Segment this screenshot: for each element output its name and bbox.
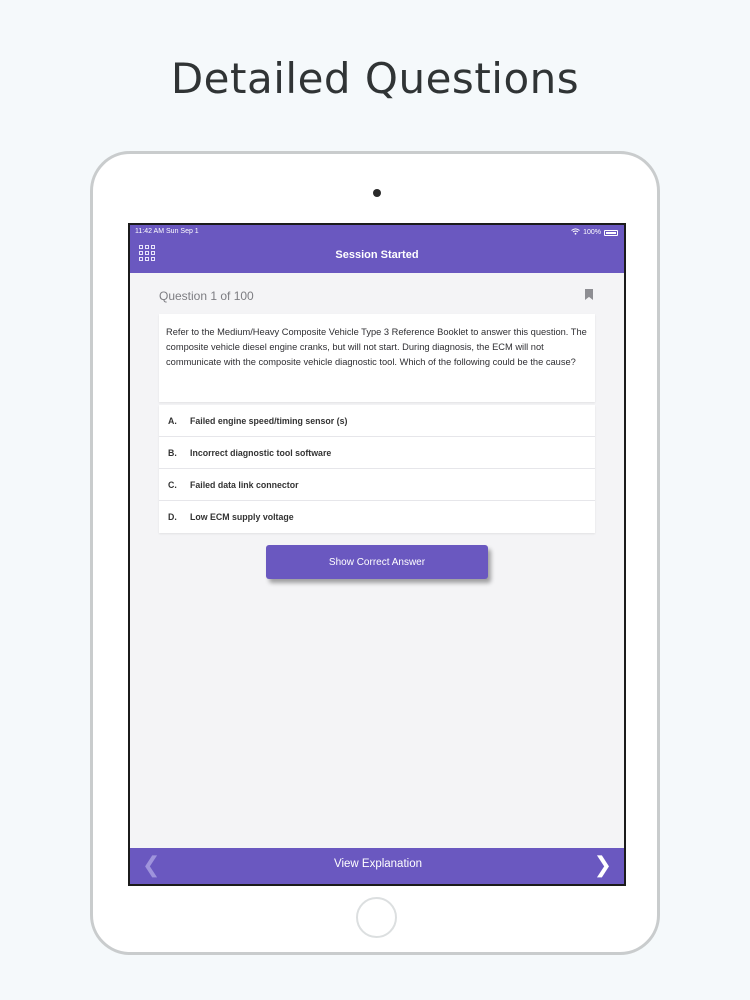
battery-icon xyxy=(604,229,618,236)
battery-percent: 100% xyxy=(583,229,601,236)
option-text: Failed engine speed/timing sensor (s) xyxy=(190,416,348,426)
page-headline: Detailed Questions xyxy=(170,54,580,103)
status-indicators: 100% xyxy=(571,228,618,237)
nav-title: Session Started xyxy=(335,249,419,261)
option-letter: A. xyxy=(168,416,177,426)
option-text: Low ECM supply voltage xyxy=(190,512,294,522)
show-correct-answer-button[interactable]: Show Correct Answer xyxy=(266,545,488,579)
wifi-icon xyxy=(571,228,580,237)
answer-options: A. Failed engine speed/timing sensor (s)… xyxy=(159,405,595,533)
option-letter: B. xyxy=(168,448,177,458)
chevron-left-icon[interactable]: ❮ xyxy=(142,853,160,878)
camera-icon xyxy=(373,189,381,197)
answer-option-c[interactable]: C. Failed data link connector xyxy=(159,469,595,501)
status-time: 11:42 AM Sun Sep 1 xyxy=(135,228,199,235)
option-text: Incorrect diagnostic tool software xyxy=(190,448,332,458)
status-bar: 11:42 AM Sun Sep 1 100% xyxy=(130,225,624,239)
app-screen: 11:42 AM Sun Sep 1 100% Session Started … xyxy=(128,223,626,886)
option-text: Failed data link connector xyxy=(190,480,299,490)
nav-bar: Session Started xyxy=(130,239,624,273)
question-counter: Question 1 of 100 xyxy=(159,289,254,303)
bottom-bar: ❮ View Explanation ❯ xyxy=(130,848,624,884)
home-button[interactable] xyxy=(356,897,397,938)
question-header: Question 1 of 100 xyxy=(159,289,595,305)
answer-option-a[interactable]: A. Failed engine speed/timing sensor (s) xyxy=(159,405,595,437)
question-text: Refer to the Medium/Heavy Composite Vehi… xyxy=(159,314,595,402)
bookmark-icon[interactable] xyxy=(585,289,593,300)
view-explanation-button[interactable]: View Explanation xyxy=(280,858,476,870)
answer-option-b[interactable]: B. Incorrect diagnostic tool software xyxy=(159,437,595,469)
tablet-frame: 11:42 AM Sun Sep 1 100% Session Started … xyxy=(90,151,660,955)
option-letter: C. xyxy=(168,480,177,490)
answer-option-d[interactable]: D. Low ECM supply voltage xyxy=(159,501,595,533)
chevron-right-icon[interactable]: ❯ xyxy=(594,853,612,878)
option-letter: D. xyxy=(168,512,177,522)
